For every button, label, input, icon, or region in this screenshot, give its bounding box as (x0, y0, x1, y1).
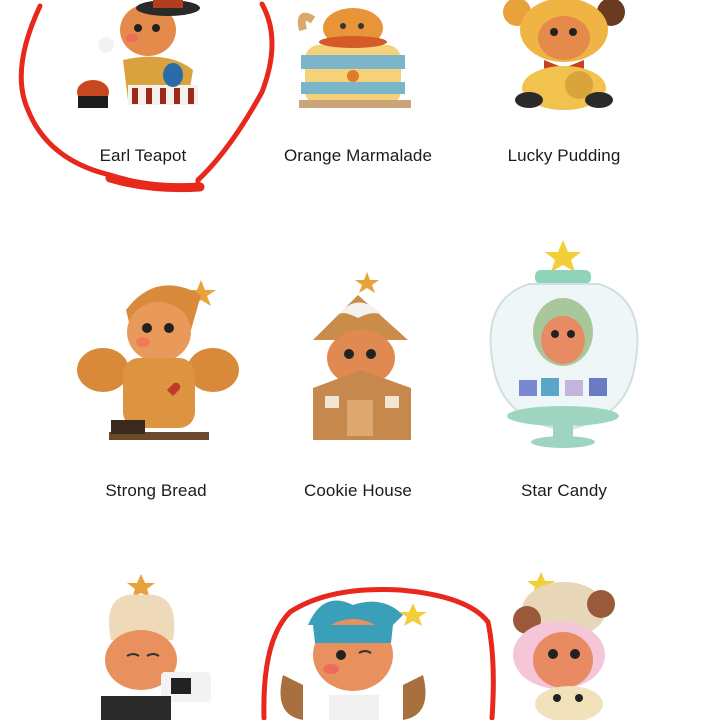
product-card-row3-center[interactable] (243, 585, 473, 720)
gingerbread-icecream-figure-image (449, 570, 679, 720)
product-card-earl-teapot[interactable]: Earl Teapot (28, 0, 258, 200)
product-card-strong-bread[interactable]: Strong Bread (41, 270, 271, 510)
product-name: Strong Bread (105, 481, 207, 500)
product-name: Star Candy (520, 481, 608, 500)
product-name: Cookie House (304, 481, 412, 500)
product-card-cookie-house[interactable]: Cookie House (243, 270, 473, 510)
product-card-orange-marmalade[interactable]: Orange Marmalade (243, 0, 473, 200)
product-card-row3-right[interactable] (449, 570, 679, 720)
product-card-star-candy[interactable]: Star Candy (449, 240, 679, 510)
product-card-row3-left[interactable] (41, 570, 271, 720)
product-name: Earl Teapot (99, 146, 187, 165)
product-name: Lucky Pudding (507, 146, 621, 165)
product-name: Orange Marmalade (283, 146, 433, 165)
orange-marmalade-figure-image (243, 0, 473, 120)
cookie-house-figure-image (243, 270, 473, 450)
earl-teapot-figure-image (28, 0, 258, 120)
product-card-lucky-pudding[interactable]: Lucky Pudding (449, 0, 679, 200)
product-grid-page: Earl Teapot Orange Marmalade Lucky Puddi… (0, 0, 720, 720)
strong-bread-figure-image (41, 270, 271, 450)
gingerbread-bandana-figure-image (243, 585, 473, 720)
gingerbread-chef-figure-image (41, 570, 271, 720)
star-candy-figure-image (449, 240, 679, 450)
lucky-pudding-figure-image (449, 0, 679, 120)
